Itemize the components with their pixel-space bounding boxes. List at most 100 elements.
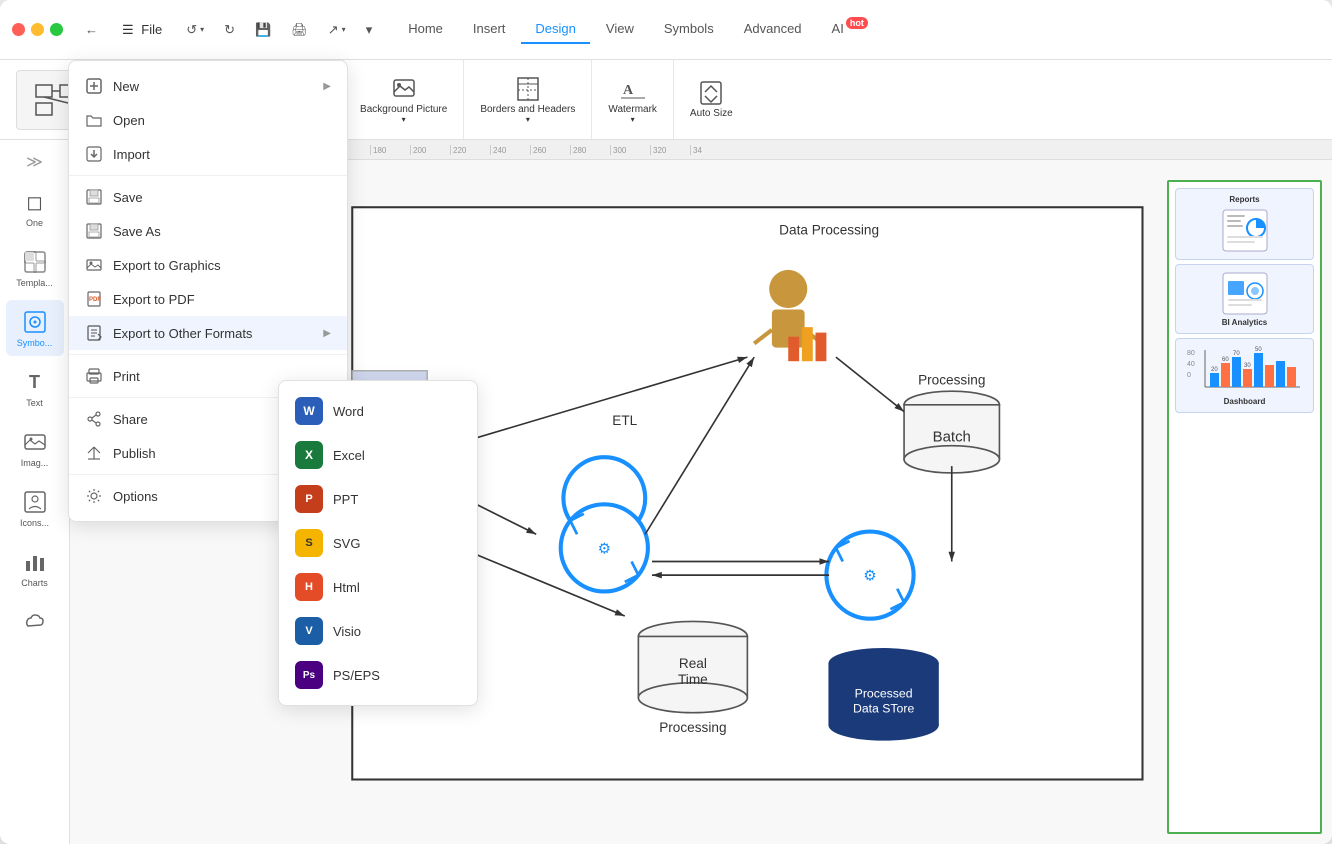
more-button[interactable]: ▾ <box>360 18 379 42</box>
watermark-icon: A <box>619 76 647 104</box>
sidebar-item-one[interactable]: ◻ One <box>6 180 64 236</box>
sidebar-item-charts[interactable]: Charts <box>6 540 64 596</box>
borders-btn[interactable]: Borders and Headers ▾ <box>472 72 583 128</box>
autosize-group: Auto Size <box>674 60 749 139</box>
sub-menu-excel[interactable]: X Excel <box>279 433 477 477</box>
sub-menu-html[interactable]: H Html <box>279 565 477 609</box>
svg-text:70: 70 <box>1233 351 1240 357</box>
cloud-icon <box>21 608 49 636</box>
svg-text:⚙: ⚙ <box>863 568 876 585</box>
close-button[interactable] <box>12 23 25 36</box>
sidebar-item-images[interactable]: Imag... <box>6 420 64 476</box>
redo-icon: ↻ <box>224 22 235 38</box>
sidebar-item-text[interactable]: T Text <box>6 360 64 416</box>
menu-item-save-as[interactable]: Save As <box>69 214 347 248</box>
ruler-mark: 280 <box>570 145 610 155</box>
back-button[interactable]: ← <box>79 18 104 41</box>
svg-text:Data STore: Data STore <box>853 702 914 716</box>
undo-arrow: ▾ <box>200 25 204 34</box>
undo-icon: ↺ <box>186 22 197 38</box>
maximize-button[interactable] <box>50 23 63 36</box>
file-menu-button[interactable]: ☰ File <box>112 16 172 44</box>
publish-icon <box>85 444 103 462</box>
window-controls <box>12 23 63 36</box>
title-bar: ← ☰ File ↺ ▾ ↻ 💾 🖨 ↗ ▾ ▾ Home Insert De <box>0 0 1332 60</box>
word-icon: W <box>295 397 323 425</box>
svg-text:Processing: Processing <box>918 372 985 387</box>
images-icon <box>21 428 49 456</box>
autosize-btn[interactable]: Auto Size <box>682 76 741 123</box>
menu-item-save[interactable]: Save <box>69 180 347 214</box>
charts-icon <box>21 548 49 576</box>
minimize-button[interactable] <box>31 23 44 36</box>
svg-text:Real: Real <box>679 656 707 671</box>
tab-design[interactable]: Design <box>521 15 589 44</box>
symbols-icon <box>21 308 49 336</box>
ruler-mark: 200 <box>410 145 450 155</box>
sub-menu-svg[interactable]: S SVG <box>279 521 477 565</box>
svg-text:PDF: PDF <box>89 297 101 303</box>
reports-thumbnail: Reports <box>1175 188 1314 260</box>
export-other-icon <box>85 324 103 342</box>
ppt-icon: P <box>295 485 323 513</box>
ai-badge: hot <box>846 17 868 29</box>
menu-item-import[interactable]: Import <box>69 137 347 171</box>
print-button[interactable]: 🖨 <box>285 18 314 42</box>
export-pdf-icon: PDF <box>85 290 103 308</box>
share-icon <box>85 410 103 428</box>
sub-menu-ppt[interactable]: P PPT <box>279 477 477 521</box>
left-sidebar: ≫ ◻ One Templa... <box>0 140 70 844</box>
sidebar-item-icons[interactable]: Icons... <box>6 480 64 536</box>
save-as-icon <box>85 222 103 240</box>
menu-item-export-graphics[interactable]: Export to Graphics <box>69 248 347 282</box>
svg-icon: S <box>295 529 323 557</box>
tab-view[interactable]: View <box>592 15 648 44</box>
tab-advanced[interactable]: Advanced <box>730 15 816 44</box>
excel-icon: X <box>295 441 323 469</box>
svg-text:0: 0 <box>1187 372 1191 379</box>
save-button[interactable]: 💾 <box>249 18 277 42</box>
sidebar-item-template[interactable]: Templa... <box>6 240 64 296</box>
tab-insert[interactable]: Insert <box>459 15 520 44</box>
one-icon: ◻ <box>21 188 49 216</box>
undo-button[interactable]: ↺ ▾ <box>180 18 210 42</box>
bi-analytics-thumbnail: BI Analytics <box>1175 264 1314 334</box>
tab-home[interactable]: Home <box>394 15 457 44</box>
template-icon <box>21 248 49 276</box>
menu-item-new[interactable]: New ▶ <box>69 69 347 103</box>
ruler-mark: 240 <box>490 145 530 155</box>
export-button[interactable]: ↗ ▾ <box>322 18 352 42</box>
menu-item-open[interactable]: Open <box>69 103 347 137</box>
svg-text:60: 60 <box>1222 357 1229 363</box>
html-icon: H <box>295 573 323 601</box>
ruler-mark: 260 <box>530 145 570 155</box>
back-icon: ← <box>85 22 98 37</box>
menu-item-export-other[interactable]: Export to Other Formats ▶ <box>69 316 347 350</box>
ruler-mark: 300 <box>610 145 650 155</box>
ruler-mark: 320 <box>650 145 690 155</box>
sub-menu-word[interactable]: W Word <box>279 389 477 433</box>
menu-item-export-pdf[interactable]: PDF Export to PDF <box>69 282 347 316</box>
open-icon <box>85 111 103 129</box>
sidebar-item-symbols[interactable]: Symbo... <box>6 300 64 356</box>
sub-menu-ps[interactable]: Ps PS/EPS <box>279 653 477 697</box>
svg-text:40: 40 <box>1187 361 1195 368</box>
divider-1 <box>69 175 347 176</box>
tab-symbols[interactable]: Symbols <box>650 15 728 44</box>
redo-button[interactable]: ↻ <box>218 18 241 42</box>
sub-menu-visio[interactable]: V Visio <box>279 609 477 653</box>
svg-text:50: 50 <box>1255 347 1262 353</box>
tab-ai[interactable]: AI hot <box>818 15 882 44</box>
file-label: File <box>141 22 162 37</box>
export-icon: ↗ <box>328 22 339 38</box>
ruler-mark: 180 <box>370 145 410 155</box>
sidebar-collapse-btn[interactable]: ≫ <box>22 148 47 176</box>
icons-icon <box>21 488 49 516</box>
print-icon: 🖨 <box>291 22 308 38</box>
visio-icon: V <box>295 617 323 645</box>
watermark-btn[interactable]: A Watermark ▾ <box>600 72 665 128</box>
bg-picture-btn[interactable]: Background Picture ▾ <box>352 72 455 128</box>
borders-icon <box>514 76 542 104</box>
sidebar-item-more[interactable] <box>6 600 64 644</box>
autosize-icon <box>697 80 725 108</box>
